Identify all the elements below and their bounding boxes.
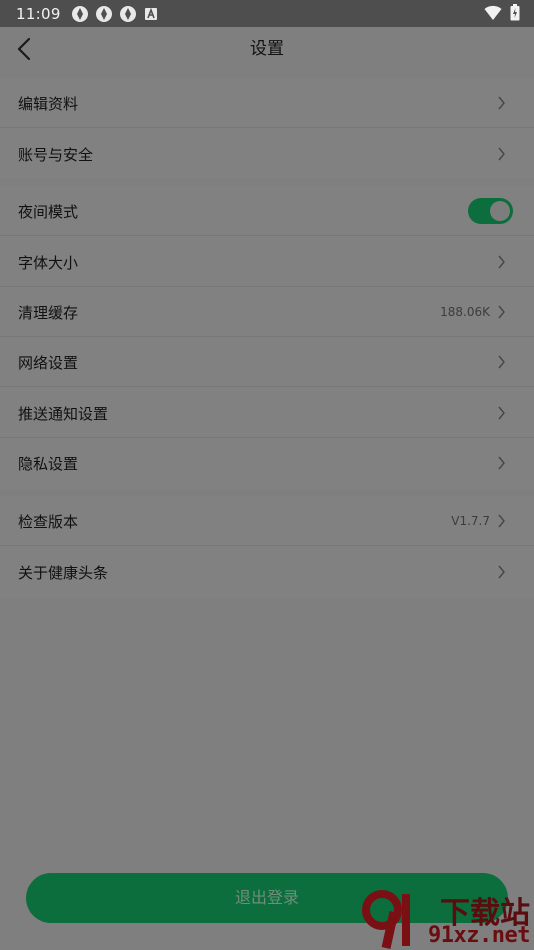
- chevron-right-icon: [498, 147, 505, 161]
- settings-item-label: 账号与安全: [18, 145, 94, 164]
- chevron-right-icon: [498, 96, 505, 110]
- status-bar: 11:09: [0, 0, 534, 27]
- settings-group-about: 检查版本 V1.7.7 关于健康头条: [0, 496, 534, 598]
- battery-icon: [510, 4, 520, 21]
- night-mode-toggle[interactable]: [468, 198, 513, 224]
- settings-item-label: 夜间模式: [18, 202, 79, 221]
- settings-item-check-version[interactable]: 检查版本 V1.7.7: [0, 496, 534, 546]
- divider: [0, 127, 534, 128]
- settings-item-privacy[interactable]: 隐私设置: [0, 438, 534, 488]
- divider: [0, 545, 534, 546]
- version-value: V1.7.7: [451, 514, 490, 528]
- settings-item-label: 检查版本: [18, 512, 79, 531]
- cache-size-value: 188.06K: [440, 305, 490, 319]
- divider: [0, 235, 534, 236]
- settings-item-label: 字体大小: [18, 253, 79, 272]
- watermark-url: 91xz.net: [428, 923, 530, 948]
- app-notification-icon: [71, 5, 88, 22]
- settings-item-about[interactable]: 关于健康头条: [0, 547, 534, 597]
- chevron-right-icon: [498, 406, 505, 420]
- chevron-right-icon: [498, 514, 505, 528]
- divider: [0, 386, 534, 387]
- settings-item-network[interactable]: 网络设置: [0, 337, 534, 387]
- settings-item-edit-profile[interactable]: 编辑资料: [0, 78, 534, 128]
- top-app-bar: 设置: [0, 27, 534, 71]
- chevron-right-icon: [498, 305, 505, 319]
- settings-group-general: 夜间模式 字体大小 清理缓存 188.06K 网络设置 推送通知设置 隐私设置: [0, 186, 534, 489]
- settings-item-label: 清理缓存: [18, 303, 79, 322]
- settings-item-clear-cache[interactable]: 清理缓存 188.06K: [0, 287, 534, 337]
- settings-item-label: 关于健康头条: [18, 563, 109, 582]
- settings-item-label: 推送通知设置: [18, 404, 109, 423]
- status-time: 11:09: [16, 4, 61, 23]
- settings-item-account-security[interactable]: 账号与安全: [0, 129, 534, 179]
- page-title: 设置: [250, 39, 284, 59]
- app-notification-icon: [119, 5, 136, 22]
- chevron-right-icon: [498, 355, 505, 369]
- status-notification-icons: [71, 5, 159, 23]
- watermark-logo-icon: [362, 890, 410, 949]
- chevron-right-icon: [498, 456, 505, 470]
- settings-item-font-size[interactable]: 字体大小: [0, 237, 534, 287]
- settings-item-push[interactable]: 推送通知设置: [0, 388, 534, 438]
- app-notification-icon: [95, 5, 112, 22]
- settings-item-label: 隐私设置: [18, 454, 79, 473]
- settings-group-account: 编辑资料 账号与安全: [0, 78, 534, 179]
- settings-item-night-mode: 夜间模式: [0, 186, 534, 236]
- a-notification-icon: [144, 7, 157, 20]
- chevron-right-icon: [498, 565, 505, 579]
- settings-item-label: 网络设置: [18, 353, 79, 372]
- wifi-icon: [484, 5, 502, 20]
- toggle-knob: [490, 201, 510, 221]
- chevron-right-icon: [498, 255, 505, 269]
- watermark-logo: 下载站 91xz.net: [356, 888, 534, 950]
- settings-item-label: 编辑资料: [18, 94, 79, 113]
